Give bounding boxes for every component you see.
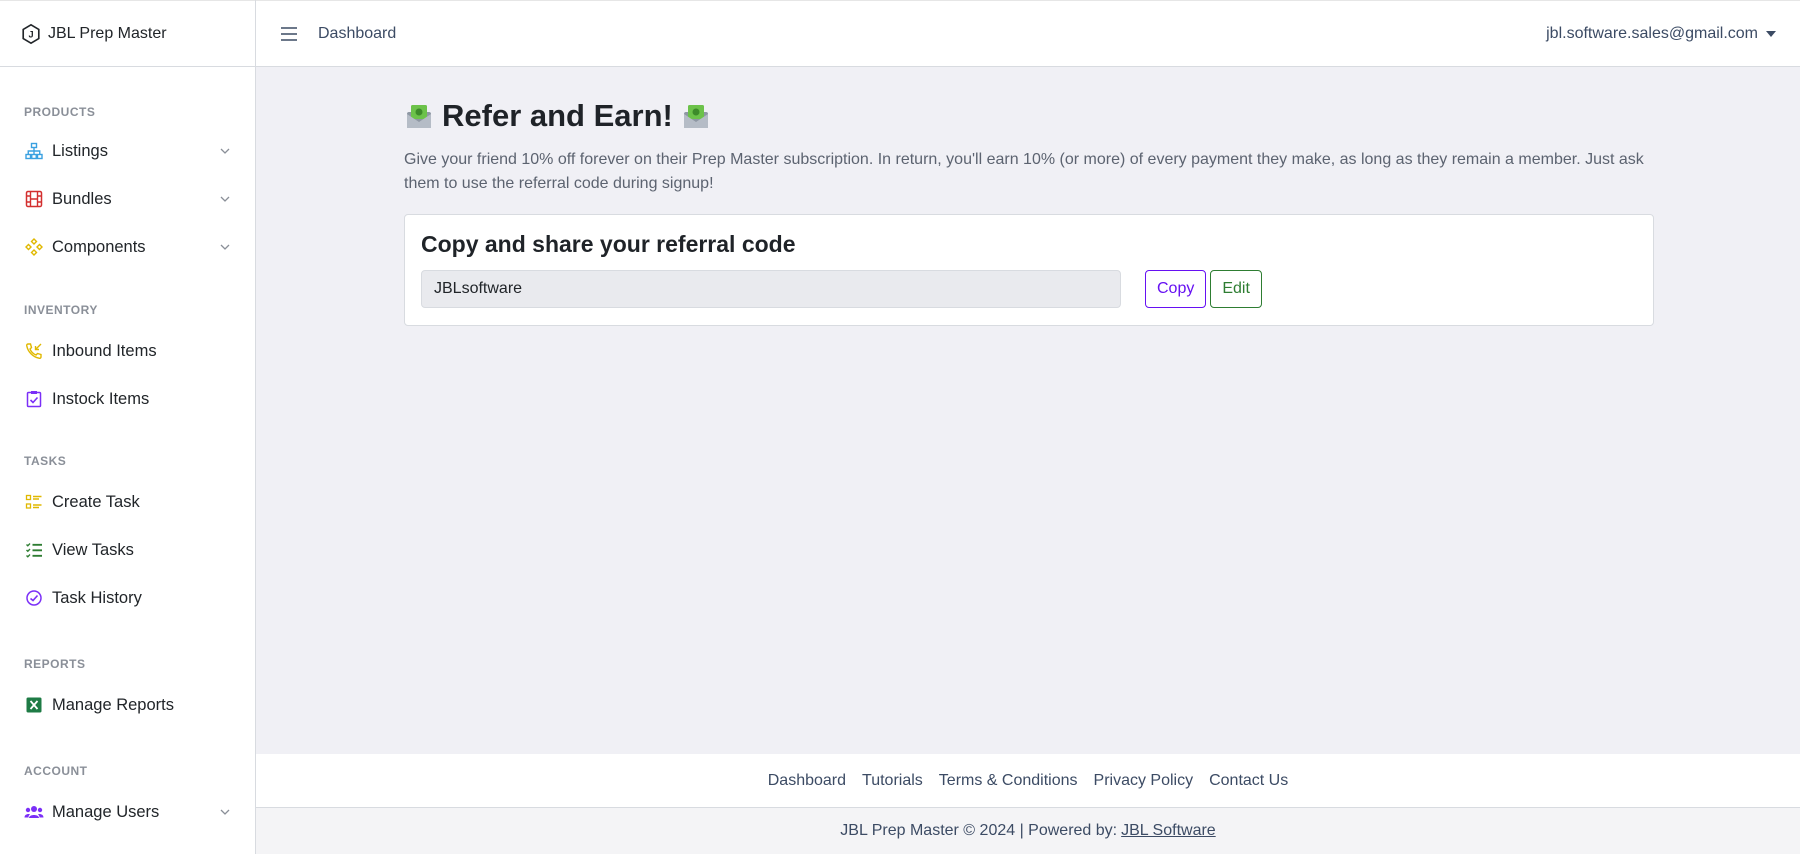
sidebar: J JBL Prep Master PRODUCTS Listings Bund… xyxy=(0,0,256,854)
sidebar-item-inbound-items[interactable]: Inbound Items xyxy=(0,327,255,375)
sidebar-item-instock-items[interactable]: Instock Items xyxy=(0,375,255,423)
sidebar-item-label: Instock Items xyxy=(52,389,150,408)
section-title-products: PRODUCTS xyxy=(24,105,96,119)
footer-links: Dashboard Tutorials Terms & Conditions P… xyxy=(256,754,1800,808)
breadcrumb[interactable]: Dashboard xyxy=(318,25,396,43)
money-envelope-icon xyxy=(407,105,431,128)
caret-down-icon xyxy=(1766,30,1776,37)
sidebar-item-label: View Tasks xyxy=(52,540,134,559)
page-description: Give your friend 10% off forever on thei… xyxy=(404,151,1644,192)
sidebar-item-label: Create Task xyxy=(52,492,140,511)
excel-icon xyxy=(24,695,44,715)
sidebar-item-task-history[interactable]: Task History xyxy=(0,574,255,622)
referral-code-row: Copy Edit xyxy=(421,270,1637,308)
sidebar-item-label: Manage Reports xyxy=(52,695,174,714)
sidebar-item-label: Inbound Items xyxy=(52,341,157,360)
sidebar-item-label: Listings xyxy=(52,141,108,160)
section-title-tasks: TASKS xyxy=(24,454,67,468)
referral-section: Refer and Earn! Give your friend 10% off… xyxy=(404,94,1654,326)
brand[interactable]: J JBL Prep Master xyxy=(0,0,255,67)
chevron-down-icon xyxy=(220,196,230,202)
footer-link-tutorials[interactable]: Tutorials xyxy=(862,772,923,790)
sidebar-item-label: Components xyxy=(52,237,146,256)
edit-button[interactable]: Edit xyxy=(1210,270,1262,308)
footer-link-dashboard[interactable]: Dashboard xyxy=(768,772,846,790)
referral-code-input[interactable] xyxy=(421,270,1121,308)
card-title: Copy and share your referral code xyxy=(421,231,796,257)
main-content: Refer and Earn! Give your friend 10% off… xyxy=(256,67,1800,754)
page-title-text: Refer and Earn! xyxy=(442,98,673,133)
list-icon xyxy=(24,492,44,512)
copyright-text: JBL Prep Master © 2024 | Powered by: xyxy=(840,822,1118,839)
sidebar-item-create-task[interactable]: Create Task xyxy=(0,478,255,526)
sidebar-item-bundles[interactable]: Bundles xyxy=(0,175,255,223)
check-circle-icon xyxy=(24,588,44,608)
sidebar-item-label: Manage Users xyxy=(52,802,160,821)
copy-button[interactable]: Copy xyxy=(1145,270,1207,308)
users-icon xyxy=(24,802,44,822)
user-menu[interactable]: jbl.software.sales@gmail.com xyxy=(1546,25,1776,43)
sidebar-item-view-tasks[interactable]: View Tasks xyxy=(0,526,255,574)
referral-card: Copy and share your referral code Copy E… xyxy=(404,214,1654,326)
chevron-down-icon xyxy=(220,809,230,815)
sidebar-item-manage-reports[interactable]: Manage Reports xyxy=(0,681,255,729)
footer-link-contact[interactable]: Contact Us xyxy=(1209,772,1288,790)
sitemap-icon xyxy=(24,141,44,161)
section-title-reports: REPORTS xyxy=(24,657,86,671)
checklist-icon xyxy=(24,540,44,560)
section-title-inventory: INVENTORY xyxy=(24,303,98,317)
clipboard-check-icon xyxy=(24,389,44,409)
money-envelope-icon xyxy=(683,105,708,128)
chevron-down-icon xyxy=(220,148,230,154)
section-title-account: ACCOUNT xyxy=(24,764,88,778)
sidebar-item-label: Task History xyxy=(52,588,142,607)
page-title: Refer and Earn! xyxy=(404,94,1654,138)
hamburger-menu-icon[interactable] xyxy=(280,26,298,42)
footer-bottom: JBL Prep Master © 2024 | Powered by: JBL… xyxy=(256,808,1800,854)
user-email: jbl.software.sales@gmail.com xyxy=(1546,24,1758,42)
sidebar-item-listings[interactable]: Listings xyxy=(0,127,255,175)
footer-link-privacy[interactable]: Privacy Policy xyxy=(1094,772,1194,790)
sidebar-item-label: Bundles xyxy=(52,189,112,208)
footer-link-terms[interactable]: Terms & Conditions xyxy=(939,772,1078,790)
svg-text:J: J xyxy=(28,29,33,39)
logo-icon: J xyxy=(22,23,40,44)
header: Dashboard jbl.software.sales@gmail.com xyxy=(256,0,1800,67)
components-icon xyxy=(24,237,44,257)
phone-incoming-icon xyxy=(24,341,44,361)
app-name: JBL Prep Master xyxy=(48,24,167,42)
sidebar-item-manage-users[interactable]: Manage Users xyxy=(0,788,255,836)
powered-by-link[interactable]: JBL Software xyxy=(1121,822,1216,840)
chevron-down-icon xyxy=(220,244,230,250)
sidebar-item-components[interactable]: Components xyxy=(0,223,255,271)
film-grid-icon xyxy=(24,189,44,209)
